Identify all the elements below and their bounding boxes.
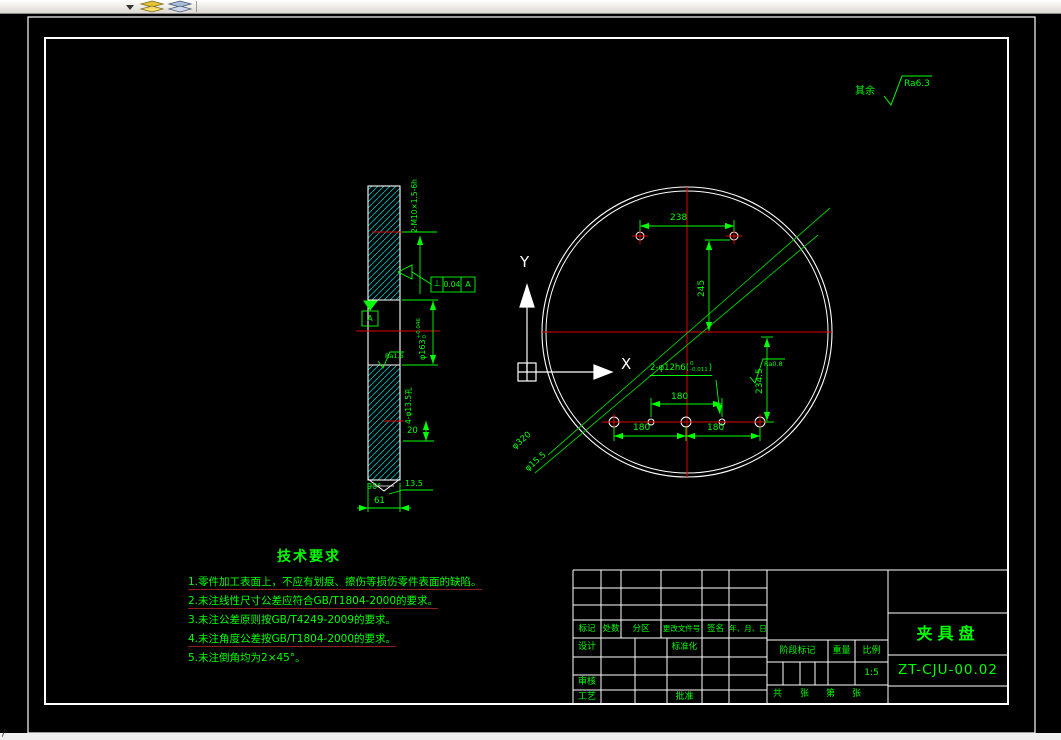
tech-requirement-item: 3.未注公差原则按GB/T4249-2009的要求。 [188,614,397,626]
dim-bottom-right-180: 180 [707,423,725,433]
roughness-note-value: Ra6.3 [904,79,930,89]
titleblock-sheet-unit: 张 [852,689,862,699]
titleblock-scale-label: 比例 [862,645,881,656]
pin-hole-callout: 2-φ12h6(0 -0.011) [650,361,713,376]
titleblock-sheet-no: 第 [826,689,836,699]
tech-requirement-item: 5.未注倒角均为2×45°。 [188,652,306,664]
drawing-number: ZT-CJU-00.02 [898,661,998,678]
titleblock-review-label: 审核 [577,677,596,687]
titleblock-weight-label: 重量 [832,645,851,656]
pin-roughness-value: Ra0.8 [764,360,783,368]
circular-view-dimensions [613,220,785,441]
ucs-icon [517,283,614,382]
bore-roughness-value: Ra1.6 [385,352,404,360]
dim-bottom-left-180: 180 [633,423,651,433]
titleblock-header-count: 处数 [602,623,620,634]
tolerance-datum-ref: A [465,279,471,289]
tech-requirement-item: 4.未注角度公差按GB/T1804-2000的要求。 [188,633,397,647]
titleblock-standardization-label: 标准化 [671,642,698,653]
titleblock-scale-value: 1:5 [864,668,879,678]
tolerance-value: 0.04 [443,279,461,289]
titleblock-process-label: 工艺 [577,691,596,702]
y-axis-label: Y [520,253,530,271]
tech-requirement-item: 2.未注线性尺寸公差应符合GB/T1804-2000的要求。 [188,595,439,609]
dim-vertical-245: 245 [697,279,707,297]
statusbar-mark: / [2,729,6,739]
tolerance-symbol: ⊥ [433,279,441,289]
bore-dimension: φ163 +0.046 0 [416,318,428,360]
thread-dimension-label: 2-M10×1.5-6h [410,179,419,233]
titleblock-sheets-total: 共 [773,689,783,699]
depth-dimension: 20 [407,426,418,436]
titleblock-header-change-doc: 更改文件号 [662,624,701,634]
sheet-border [27,16,1036,734]
statusbar: / [0,729,1061,740]
titleblock-header-zone: 分区 [632,623,650,634]
countersink-depth: 13.5 [405,479,423,488]
titleblock-header-signature: 签名 [706,623,724,634]
tech-requirements-title: 技术要求 [277,549,341,565]
part-name: 夹具盘 [916,624,980,643]
datum-label: A [367,313,373,323]
circular-view [534,186,833,478]
dim-top-238: 238 [670,213,688,223]
countersink-angle: 90° [367,482,382,491]
titleblock-design-label: 设计 [577,642,596,652]
roughness-note-prefix: 其余 [855,86,875,97]
dim-right-234-5: 234.5 [755,368,765,394]
width-dimension: 61 [374,496,385,506]
hole-callout-label: 4-φ13.5孔 [404,387,413,424]
titleblock-sheets-unit: 张 [800,689,810,699]
cad-application-window: 其余 Ra6.3 2-M10×1.5-6h ⊥ 0.04 A A φ163 +0.… [0,0,1061,740]
titleblock-approve-label: 批准 [675,691,694,702]
titleblock-header-mark: 标记 [578,623,596,634]
tech-requirement-item: 1.零件加工表面上，不应有划痕、擦伤等损伤零件表面的缺陷。 [188,576,482,590]
titleblock-stage-label: 阶段标记 [779,645,816,656]
dim-mid-180: 180 [671,392,689,402]
x-axis-label: X [621,355,632,373]
titleblock-header-date: 年、月、日 [729,624,767,634]
